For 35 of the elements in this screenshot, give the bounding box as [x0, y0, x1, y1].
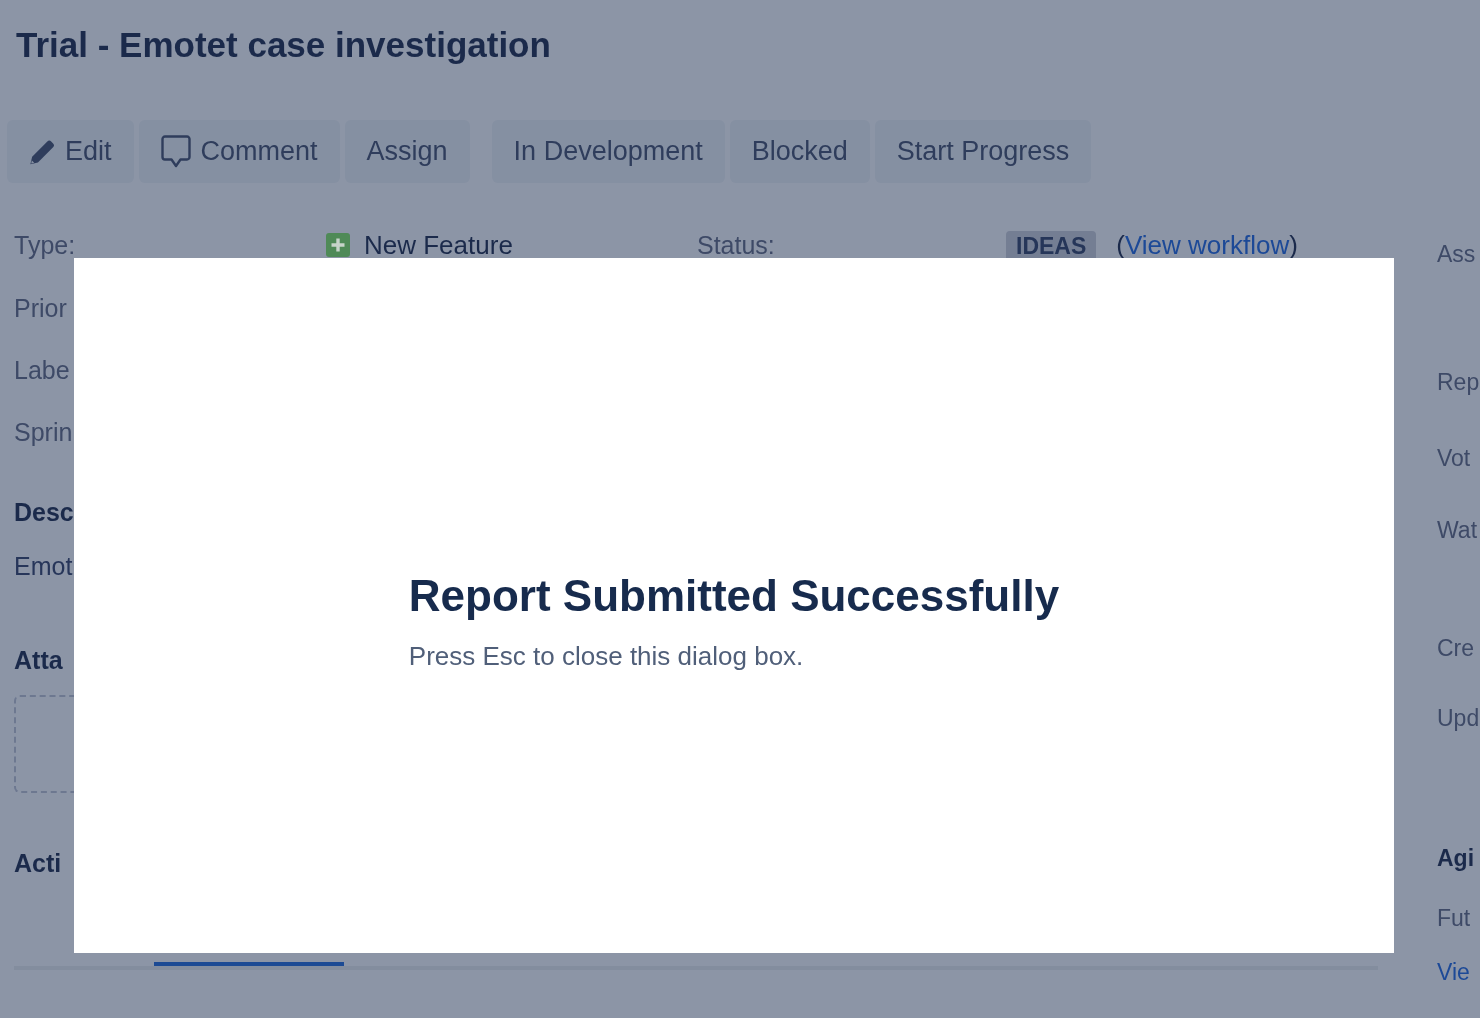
board-link[interactable]: Vie [1437, 957, 1470, 987]
action-button[interactable]: Assign [344, 120, 470, 183]
field-label: Prior [14, 293, 68, 323]
description-text: Emot [14, 551, 73, 581]
field-label: Ass [1437, 240, 1476, 269]
section-heading: Acti [14, 848, 62, 878]
field-label: Vot [1437, 444, 1471, 473]
dialog-title: Report Submitted Successfully [408, 571, 1060, 621]
issue-type-value: New Feature [364, 231, 513, 259]
comment-button[interactable]: Comment [138, 120, 340, 183]
field-label: Upd [1437, 704, 1480, 733]
plus-square-icon [326, 233, 350, 257]
transition-button[interactable]: In Development [491, 120, 725, 183]
field-label: Labe [14, 355, 71, 385]
dialog-message: Press Esc to close this dialog box. [408, 641, 805, 671]
status-lozenge: IDEAS [1006, 231, 1097, 259]
section-heading: Desc [14, 497, 74, 527]
field-label: Status: [697, 230, 776, 260]
field-label: Wat [1437, 516, 1478, 545]
issue-title: Trial - Emotet case investigation [15, 25, 551, 65]
field-label: Rep [1437, 368, 1480, 397]
transition-button[interactable]: Blocked [729, 120, 870, 183]
field-label: Cre [1437, 634, 1475, 663]
transition-button[interactable]: Start Progress [874, 120, 1092, 183]
edit-button[interactable]: Edit [7, 120, 134, 183]
sprint-name: Fut [1437, 904, 1471, 933]
workflow-link-text: (View workflow) [1116, 231, 1298, 259]
field-label: Sprin [14, 417, 73, 447]
speech-bubble-icon [160, 135, 191, 168]
section-heading: Agi [1437, 844, 1475, 873]
view-workflow-link[interactable]: View workflow [1124, 230, 1290, 260]
tab-underline[interactable] [154, 962, 344, 970]
field-label: Type: [14, 230, 77, 260]
section-heading: Atta [14, 645, 63, 675]
pencil-icon [29, 138, 55, 165]
